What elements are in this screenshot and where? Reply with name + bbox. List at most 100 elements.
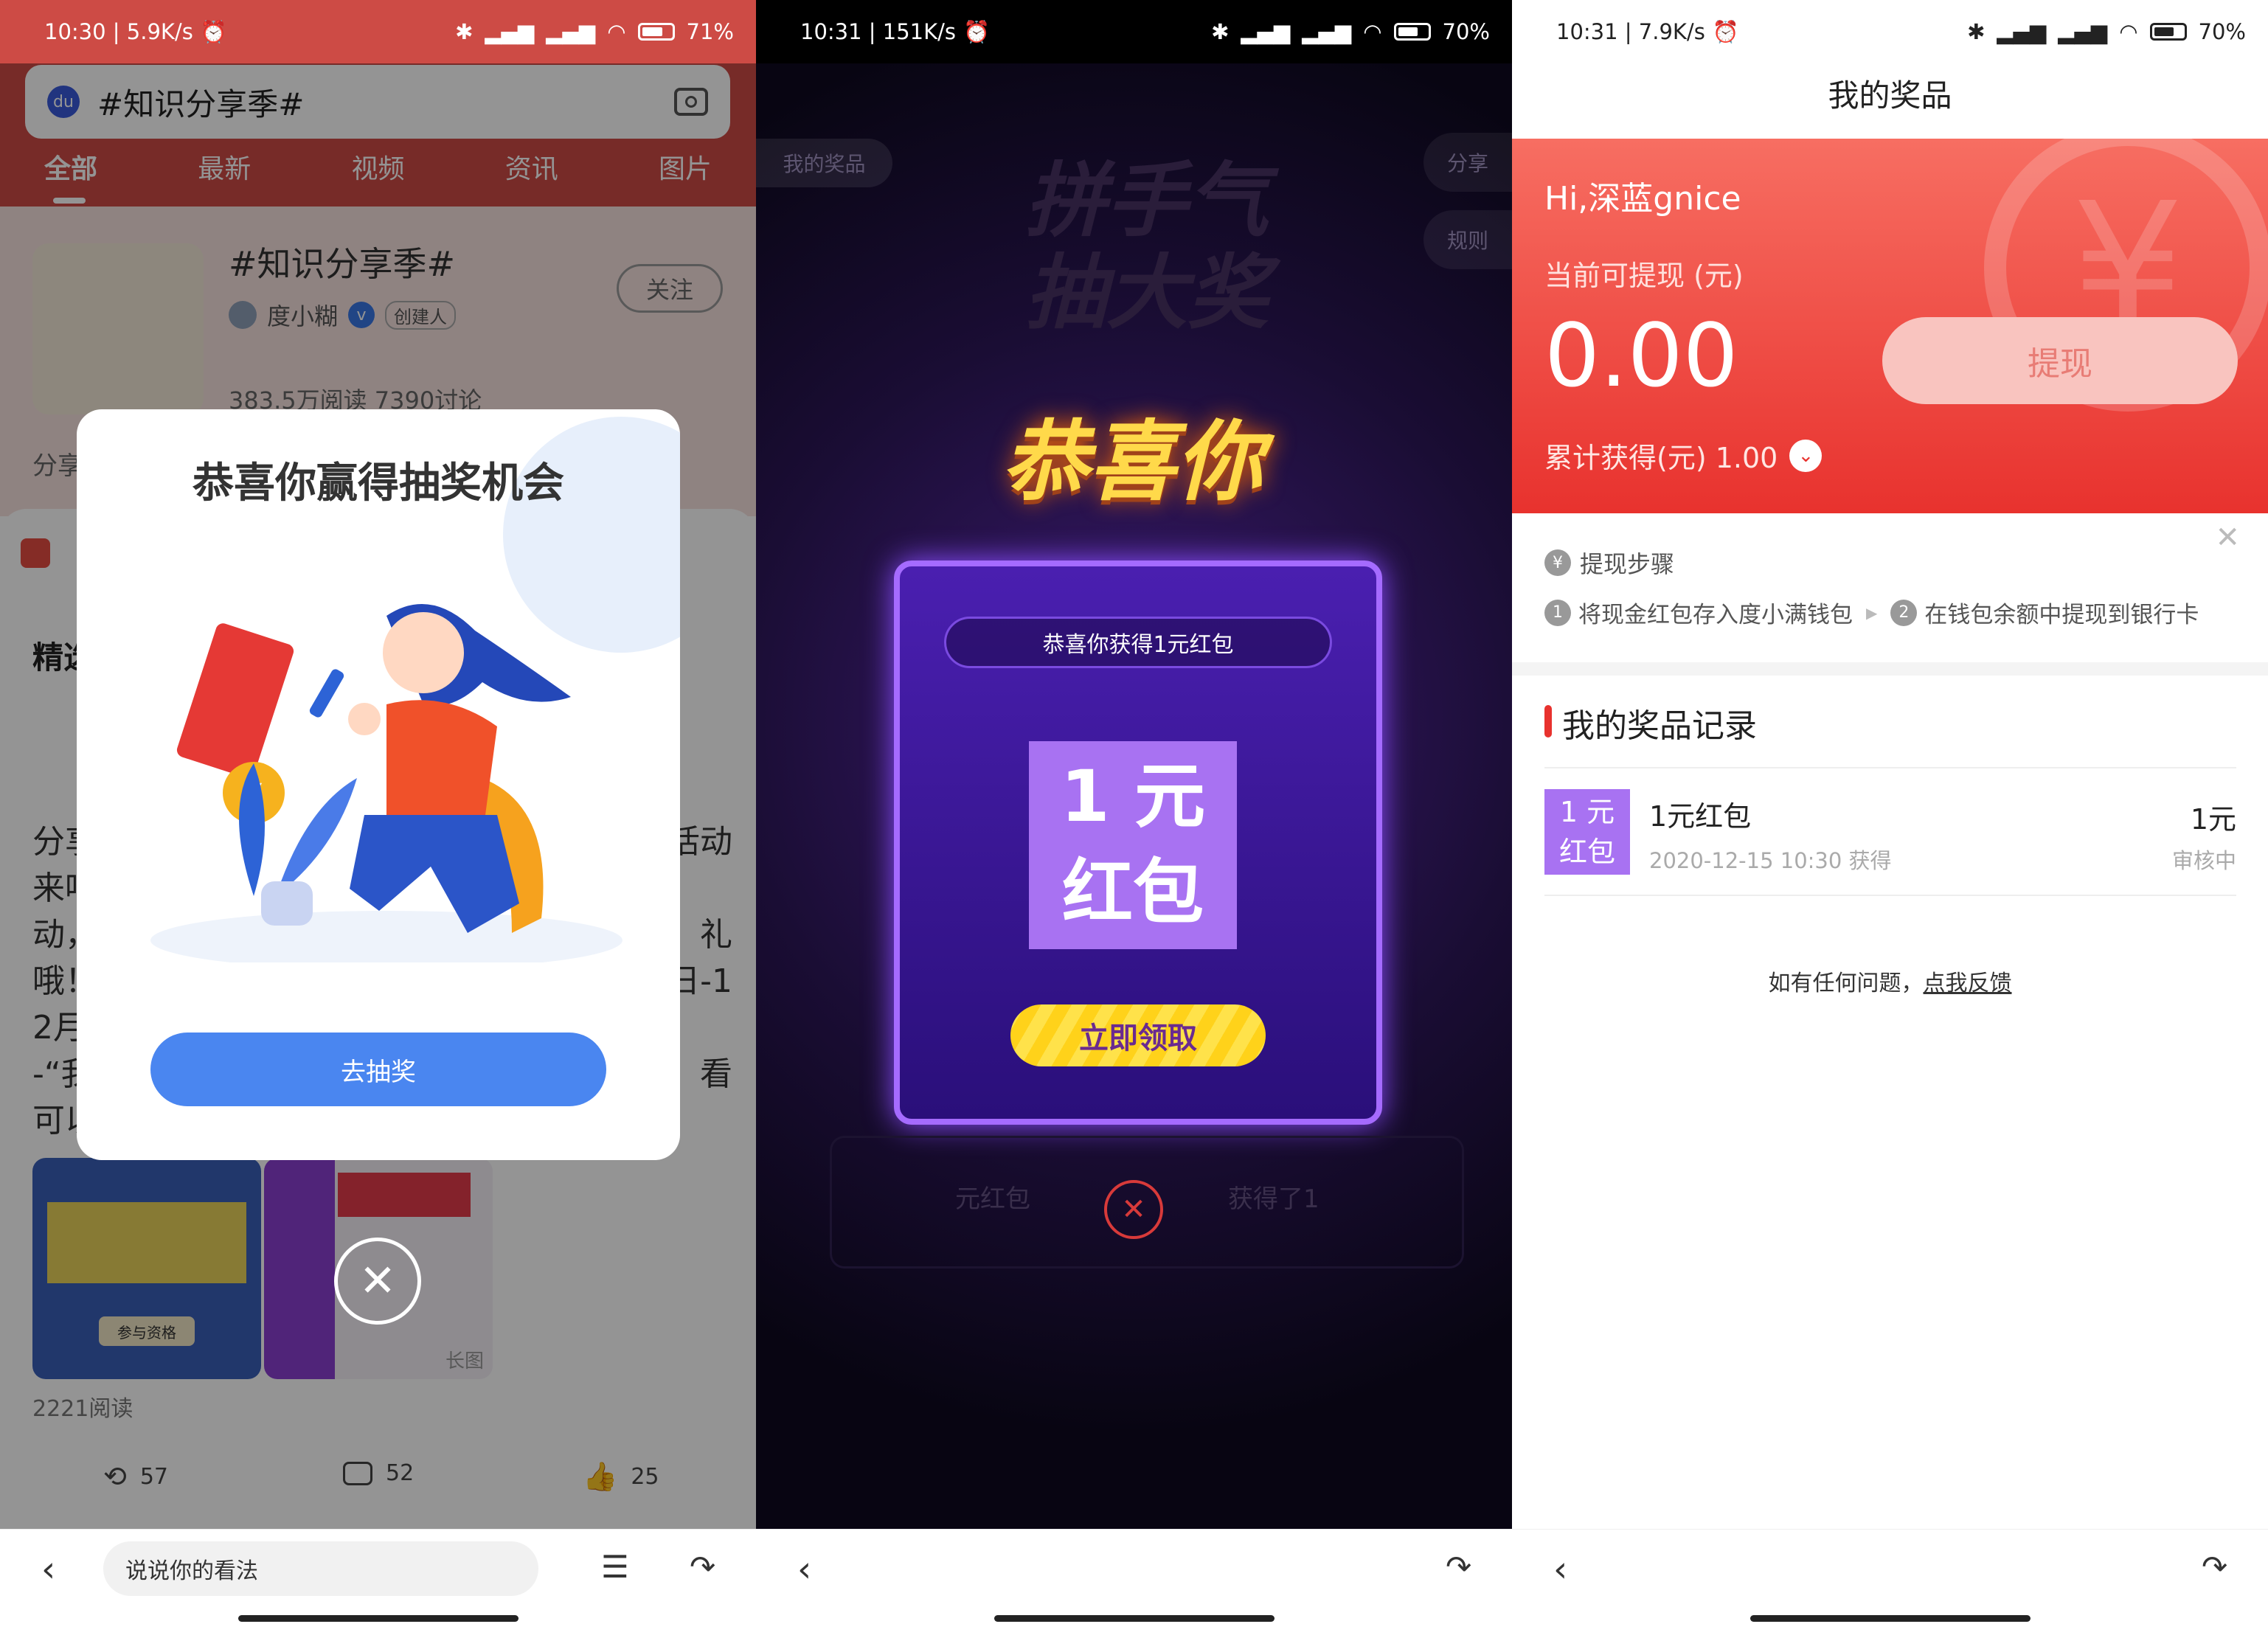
record-name: 1元红包 xyxy=(1649,800,1752,833)
step-one-icon: 1 xyxy=(1544,599,1571,626)
step-two-text: 在钱包余额中提现到银行卡 xyxy=(1924,602,2199,628)
close-icon: ✕ xyxy=(1121,1193,1146,1226)
total-earned-text: 累计获得(元) 1.00 xyxy=(1544,442,1778,474)
prize-subtitle: 恭喜你获得1元红包 xyxy=(944,617,1332,668)
chevron-down-icon: ⌄ xyxy=(1789,439,1823,472)
thumb-line: 1 元 xyxy=(1559,796,1615,828)
comment-input[interactable]: 说说你的看法 xyxy=(103,1541,538,1596)
status-bar: 10:31 | 151K/s ⏰ ✱ ▂▄▆ ▂▄▆ ◠ 70% xyxy=(756,0,1512,63)
balance-amount: 0.00 xyxy=(1544,305,1738,406)
battery-icon xyxy=(1393,23,1431,41)
back-icon[interactable]: ‹ xyxy=(1553,1549,1567,1590)
greeting: Hi,深蓝gnice xyxy=(1544,180,1741,218)
page-title: 我的奖品 xyxy=(1828,77,1952,114)
ticker-right: 获得了1 xyxy=(1228,1184,1319,1214)
bluetooth-icon: ✱ xyxy=(1211,19,1230,44)
share-icon[interactable]: ↷ xyxy=(1446,1549,1471,1585)
battery-percent: 70% xyxy=(2198,19,2246,44)
steps-header: ¥ 提现步骤 xyxy=(1544,546,1674,580)
modal-title: 恭喜你赢得抽奖机会 xyxy=(193,459,564,507)
arrow-right-icon: ▶ xyxy=(1866,603,1878,622)
battery-icon xyxy=(2149,23,2187,41)
feedback-link[interactable]: 点我反馈 xyxy=(1924,971,2012,996)
bottom-bar: ‹ ↷ xyxy=(756,1529,1512,1638)
alarm-icon: ⏰ xyxy=(963,18,991,44)
prize-record-row[interactable]: 1 元 红包 1元红包 2020-12-15 10:30 获得 1元 审核中 xyxy=(1544,788,2236,898)
withdrawable-label: 当前可提现 (元) xyxy=(1544,260,1744,292)
home-indicator xyxy=(993,1615,1275,1622)
share-icon[interactable]: ↷ xyxy=(690,1549,715,1585)
status-time: 10:30 | 5.9K/s xyxy=(44,19,193,44)
status-bar: 10:31 | 7.9K/s ⏰ ✱ ▂▄▆ ▂▄▆ ◠ 70% xyxy=(1512,0,2268,63)
prize-line: 红包 xyxy=(1062,851,1204,934)
wifi-icon: ◠ xyxy=(2119,19,2138,44)
section-accent xyxy=(1544,705,1552,738)
ticker-left: 元红包 xyxy=(955,1184,1030,1214)
back-icon[interactable]: ‹ xyxy=(797,1549,811,1590)
divider xyxy=(1544,767,2236,768)
alarm-icon: ⏰ xyxy=(200,18,227,44)
close-modal-button[interactable]: ✕ xyxy=(334,1238,421,1325)
my-prizes-button[interactable]: 我的奖品 xyxy=(756,139,892,187)
bluetooth-icon: ✱ xyxy=(1967,19,1986,44)
feedback-text: 如有任何问题， xyxy=(1768,971,1924,996)
rules-button[interactable]: 规则 xyxy=(1423,210,1512,269)
step-two-icon: 2 xyxy=(1890,599,1918,626)
status-bar: 10:30 | 5.9K/s ⏰ ✱ ▂▄▆ ▂▄▆ ◠ 71% xyxy=(0,0,756,63)
share-button[interactable]: 分享 xyxy=(1423,133,1512,192)
menu-icon[interactable]: ☰ xyxy=(601,1549,629,1585)
bottom-bar: ‹ 说说你的看法 ☰ ↷ xyxy=(0,1529,756,1638)
record-thumbnail: 1 元 红包 xyxy=(1544,789,1630,875)
go-draw-button[interactable]: 去抽奖 xyxy=(150,1033,606,1106)
prize-thumbnail: 1 元 红包 xyxy=(1029,741,1237,949)
step-one-text: 将现金红包存入度小满钱包 xyxy=(1578,602,1853,628)
signal-icon: ▂▄▆ xyxy=(1241,19,1291,44)
close-tips-icon[interactable]: ✕ xyxy=(2215,521,2240,555)
total-earned[interactable]: 累计获得(元) 1.00 ⌄ xyxy=(1544,435,1823,476)
yuan-icon: ¥ xyxy=(1544,549,1571,576)
divider xyxy=(1544,895,2236,896)
status-time: 10:31 | 7.9K/s xyxy=(1556,19,1705,44)
thumb-line: 红包 xyxy=(1558,836,1615,868)
alarm-icon: ⏰ xyxy=(1712,18,1739,44)
lottery-title: 拼手气 抽大奖 xyxy=(977,155,1317,339)
prize-line: 1 元 xyxy=(1060,755,1206,838)
steps-row: 1 将现金红包存入度小满钱包 ▶ 2 在钱包余额中提现到银行卡 xyxy=(1544,596,2199,629)
battery-percent: 71% xyxy=(686,19,734,44)
records-title: 我的奖品记录 xyxy=(1562,707,1757,745)
record-status: 审核中 xyxy=(2171,848,2236,873)
battery-percent: 70% xyxy=(1442,19,1490,44)
signal-icon-2: ▂▄▆ xyxy=(2058,19,2108,44)
battery-icon xyxy=(637,23,675,41)
home-indicator xyxy=(1749,1615,2031,1622)
panel-my-prizes: 10:31 | 7.9K/s ⏰ ✱ ▂▄▆ ▂▄▆ ◠ 70% 我的奖品 ¥ … xyxy=(1512,0,2268,1638)
close-result-button[interactable]: ✕ xyxy=(1104,1180,1163,1239)
congrats-banner: 恭喜你 xyxy=(1001,411,1263,513)
signal-icon-2: ▂▄▆ xyxy=(1302,19,1352,44)
record-amount: 1元 xyxy=(2190,803,2236,836)
lottery-title-line: 拼手气 xyxy=(1025,153,1269,248)
feedback-row: 如有任何问题，点我反馈 xyxy=(1512,965,2268,997)
back-icon[interactable]: ‹ xyxy=(41,1549,55,1590)
lottery-title-line: 抽大奖 xyxy=(1025,246,1269,340)
home-indicator xyxy=(237,1615,519,1622)
bottom-bar: ‹ ↷ xyxy=(1512,1529,2268,1638)
wifi-icon: ◠ xyxy=(1363,19,1382,44)
divider xyxy=(1512,662,2268,676)
girl-reading-illustration: ¥ xyxy=(150,604,623,962)
signal-icon: ▂▄▆ xyxy=(1997,19,2047,44)
signal-icon: ▂▄▆ xyxy=(485,19,535,44)
close-icon: ✕ xyxy=(358,1255,397,1307)
prize-card: 恭喜你获得1元红包 1 元 红包 立即领取 xyxy=(894,561,1382,1125)
share-icon[interactable]: ↷ xyxy=(2202,1549,2227,1585)
record-time: 2020-12-15 10:30 获得 xyxy=(1649,848,1892,873)
withdraw-button[interactable]: 提现 xyxy=(1882,317,2238,404)
claim-button[interactable]: 立即领取 xyxy=(1010,1004,1266,1066)
status-time: 10:31 | 151K/s xyxy=(800,19,957,44)
lottery-modal: 恭喜你赢得抽奖机会 ¥ 去抽奖 xyxy=(77,409,680,1160)
wifi-icon: ◠ xyxy=(607,19,626,44)
balance-card: ¥ Hi,深蓝gnice 当前可提现 (元) 0.00 提现 累计获得(元) 1… xyxy=(1512,139,2268,513)
signal-icon-2: ▂▄▆ xyxy=(546,19,596,44)
bluetooth-icon: ✱ xyxy=(455,19,474,44)
panel-topic-page: 10:30 | 5.9K/s ⏰ ✱ ▂▄▆ ▂▄▆ ◠ 71% du #知识分… xyxy=(0,0,756,1638)
